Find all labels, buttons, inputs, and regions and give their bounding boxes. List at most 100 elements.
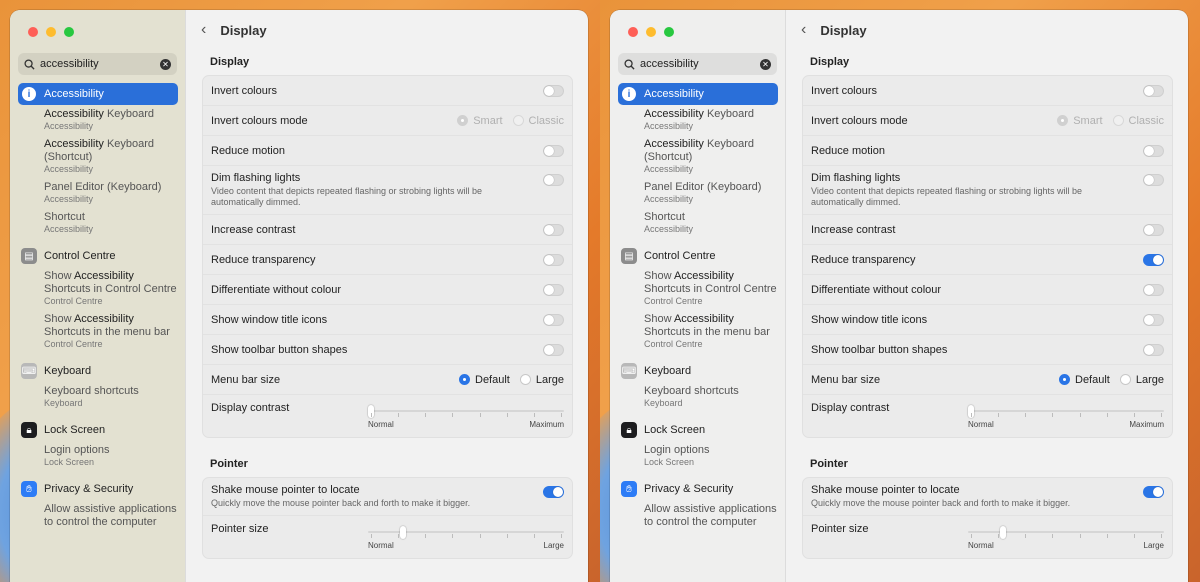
search-result-item[interactable]: Keyboard shortcuts Keyboard [618, 385, 778, 409]
window-title-icons-toggle[interactable] [1143, 313, 1164, 326]
zoom-window-button[interactable] [664, 27, 674, 37]
search-result-item[interactable]: Show Accessibility Shortcuts in Control … [18, 270, 178, 307]
radio-default[interactable]: Default [459, 374, 510, 386]
slider-tick [1052, 534, 1054, 538]
reduce-transparency-row: Reduce transparency [203, 245, 572, 275]
increase-contrast-toggle[interactable] [543, 223, 564, 236]
reduce-motion-toggle[interactable] [543, 144, 564, 157]
toolbar-shapes-toggle[interactable] [543, 343, 564, 356]
reduce-transparency-toggle[interactable] [1143, 253, 1164, 266]
window-title-icons-row: Show window title icons [203, 305, 572, 335]
result-item-title: Shortcut [44, 211, 85, 223]
result-item-title: Panel Editor (Keyboard) [44, 181, 162, 193]
search-result-item[interactable]: Keyboard shortcuts Keyboard [18, 385, 178, 409]
chevron-left-icon[interactable]: ‹ [201, 21, 206, 39]
radio-large[interactable]: Large [519, 374, 564, 386]
page-title: Display [220, 22, 267, 38]
shake-pointer-toggle[interactable] [1143, 486, 1164, 498]
slider-tick [1161, 413, 1162, 417]
result-accessibility[interactable]: i Accessibility [18, 83, 178, 105]
search-result-item[interactable]: Login options Lock Screen [18, 444, 178, 468]
slider-tick [506, 534, 508, 538]
result-accessibility[interactable]: i Accessibility [618, 83, 778, 105]
sidebar: ✕ i Accessibility Accessibility Keyboard… [610, 10, 786, 582]
search-result-item[interactable]: Shortcut Accessibility [18, 211, 178, 235]
pointer-size-slider[interactable]: Normal Large [368, 526, 564, 552]
display-contrast-slider[interactable]: Normal Maximum [968, 405, 1164, 431]
result-control-centre[interactable]: ▤ Control Centre [18, 245, 178, 267]
invert-colours-toggle[interactable] [543, 84, 564, 97]
slider-tick [452, 413, 454, 417]
window-title-icons-toggle[interactable] [543, 313, 564, 326]
result-item-category: Accessibility [644, 164, 694, 174]
minimize-window-button[interactable] [646, 27, 656, 37]
search-result-item[interactable]: Accessibility Keyboard (Shortcut) Accessi… [18, 138, 178, 175]
result-item-title: Login options [44, 444, 110, 456]
shake-pointer-toggle[interactable] [543, 486, 564, 498]
reduce-transparency-toggle[interactable] [543, 253, 564, 266]
search-result-item[interactable]: Login options Lock Screen [618, 444, 778, 468]
search-result-item[interactable]: Allow assistive applications to control … [18, 503, 178, 529]
slider-thumb[interactable] [1000, 526, 1007, 539]
search-result-item[interactable]: Allow assistive applications to control … [618, 503, 778, 529]
result-privacy-security[interactable]: ✋︎ Privacy & Security [18, 478, 178, 500]
search-result-item[interactable]: Panel Editor (Keyboard) Accessibility [618, 181, 778, 205]
chevron-left-icon[interactable]: ‹ [801, 21, 806, 39]
differentiate-row: Differentiate without colour [203, 275, 572, 305]
radio-smart[interactable]: Smart [457, 115, 503, 127]
search-field[interactable]: ✕ [618, 53, 777, 75]
search-result-item[interactable]: Shortcut Accessibility [618, 211, 778, 235]
result-privacy-security[interactable]: ✋︎ Privacy & Security [618, 478, 778, 500]
control-centre-icon: ▤ [21, 248, 37, 264]
invert-colours-toggle[interactable] [1143, 84, 1164, 97]
radio-classic[interactable]: Classic [512, 115, 564, 127]
increase-contrast-toggle[interactable] [1143, 223, 1164, 236]
toolbar-shapes-row: Show toolbar button shapes [203, 335, 572, 365]
minimize-window-button[interactable] [46, 27, 56, 37]
result-keyboard[interactable]: ⌨ Keyboard [618, 360, 778, 382]
result-lock-screen[interactable]: 🔒︎ Lock Screen [18, 419, 178, 441]
zoom-window-button[interactable] [64, 27, 74, 37]
slider-tick [1052, 413, 1054, 417]
pointer-size-slider[interactable]: Normal Large [968, 526, 1164, 552]
radio-classic[interactable]: Classic [1112, 115, 1164, 127]
dim-flashing-toggle[interactable] [543, 174, 564, 186]
result-item-title: Panel Editor (Keyboard) [644, 181, 762, 193]
radio-large[interactable]: Large [1119, 374, 1164, 386]
display-contrast-slider[interactable]: Normal Maximum [368, 405, 564, 431]
invert-colours-row: Invert colours [203, 76, 572, 106]
search-field[interactable]: ✕ [18, 53, 177, 75]
result-lock-screen[interactable]: 🔒︎ Lock Screen [618, 419, 778, 441]
search-result-item[interactable]: Accessibility Keyboard (Shortcut) Accessi… [618, 138, 778, 175]
search-result-item[interactable]: Accessibility Keyboard Accessibility [618, 108, 778, 132]
radio-smart[interactable]: Smart [1057, 115, 1103, 127]
hand-icon: ✋︎ [621, 481, 637, 497]
result-keyboard[interactable]: ⌨ Keyboard [18, 360, 178, 382]
differentiate-toggle[interactable] [543, 283, 564, 296]
row-description: Quickly move the mouse pointer back and … [211, 498, 471, 508]
toolbar-shapes-toggle[interactable] [1143, 343, 1164, 356]
close-window-button[interactable] [628, 27, 638, 37]
search-result-item[interactable]: Show Accessibility Shortcuts in the menu… [618, 313, 778, 350]
search-result-item[interactable]: Accessibility Keyboard Accessibility [18, 108, 178, 132]
slider-tick [1133, 534, 1135, 538]
toolbar: ‹ Display [187, 10, 588, 50]
differentiate-toggle[interactable] [1143, 283, 1164, 296]
slider-tick [1025, 413, 1027, 417]
search-result-item[interactable]: Show Accessibility Shortcuts in the menu… [18, 313, 178, 350]
search-result-item[interactable]: Panel Editor (Keyboard) Accessibility [18, 181, 178, 205]
close-window-button[interactable] [28, 27, 38, 37]
clear-search-icon[interactable]: ✕ [160, 58, 171, 70]
dim-flashing-toggle[interactable] [1143, 174, 1164, 186]
search-input[interactable] [640, 58, 755, 70]
search-result-item[interactable]: Show Accessibility Shortcuts in Control … [618, 270, 778, 307]
search-input[interactable] [40, 58, 155, 70]
window-title-icons-row: Show window title icons [803, 305, 1172, 335]
clear-search-icon[interactable]: ✕ [760, 58, 771, 70]
reduce-motion-toggle[interactable] [1143, 144, 1164, 157]
result-item-title: Accessibility Keyboard (Shortcut) [644, 138, 755, 163]
row-label: Show window title icons [211, 313, 328, 326]
result-control-centre[interactable]: ▤ Control Centre [618, 245, 778, 267]
slider-thumb[interactable] [400, 526, 407, 539]
radio-default[interactable]: Default [1059, 374, 1110, 386]
